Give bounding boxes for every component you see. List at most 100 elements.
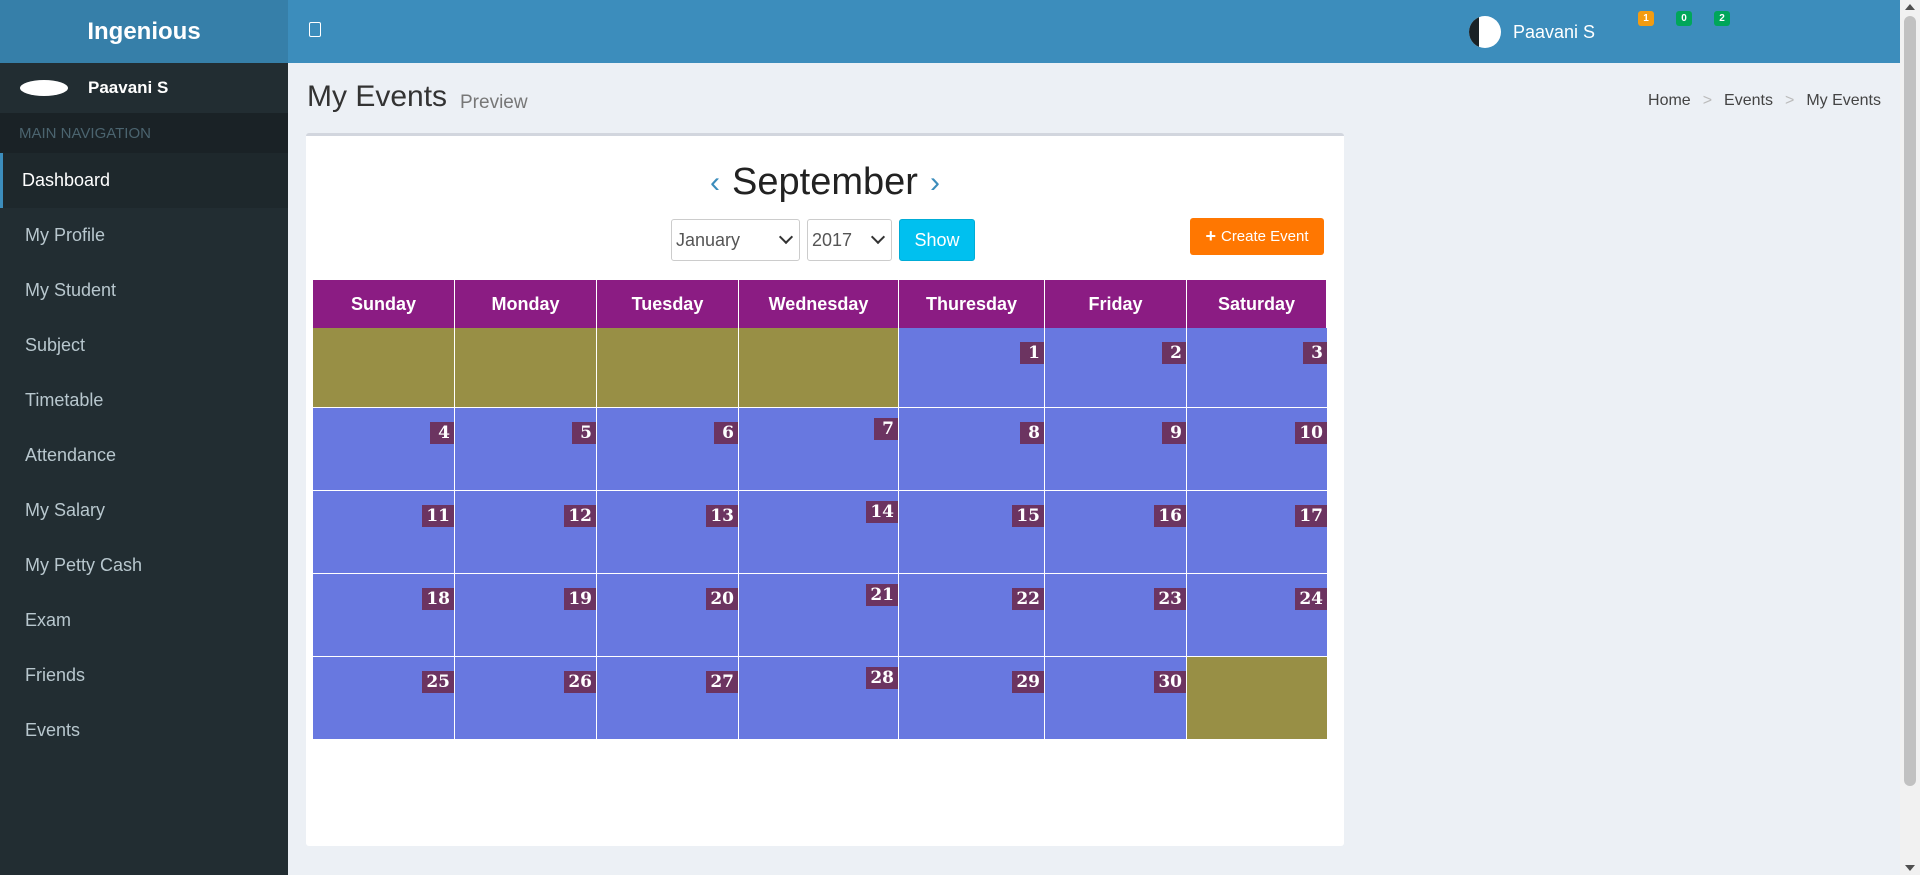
calendar-day-cell[interactable]: 13 [597,491,739,574]
calendar-day-cell[interactable]: 16 [1045,491,1187,574]
sidebar-user-panel: Paavani S [0,63,288,113]
prev-month-icon[interactable]: ‹ [710,167,720,198]
calendar-day-cell[interactable]: 25 [313,657,455,740]
calendar-day-cell[interactable]: 7 [739,408,899,491]
sidebar-item-exam[interactable]: Exam [0,593,288,648]
calendar-day-cell[interactable]: 24 [1187,574,1327,657]
weekday-header: Wednesday [739,280,899,328]
calendar-day-cell[interactable]: 10 [1187,408,1327,491]
create-event-button[interactable]: + Create Event [1190,218,1324,255]
sidebar-item-my-salary[interactable]: My Salary [0,483,288,538]
calendar-day-cell[interactable]: 11 [313,491,455,574]
calendar-week-row: 4 5 6 7 8 9 10 [313,408,1327,491]
year-select-value: 2017 [812,229,853,250]
page-scrollbar[interactable] [1900,0,1920,875]
calendar-day-cell[interactable]: 19 [455,574,597,657]
sidebar-item-timetable[interactable]: Timetable [0,373,288,428]
calendar-day-cell[interactable]: 5 [455,408,597,491]
app-logo[interactable]: Ingenious [0,0,288,63]
day-number: 30 [1154,671,1186,693]
weekday-header: Monday [455,280,597,328]
sidebar-item-attendance[interactable]: Attendance [0,428,288,483]
calendar-empty-cell [455,328,597,408]
day-number: 24 [1295,588,1327,610]
calendar-day-cell[interactable]: 27 [597,657,739,740]
day-number: 13 [706,505,738,527]
calendar-day-cell[interactable]: 8 [899,408,1045,491]
calendar-day-cell[interactable]: 30 [1045,657,1187,740]
day-number: 1 [1020,342,1044,364]
show-button[interactable]: Show [899,219,975,261]
calendar-day-cell[interactable]: 18 [313,574,455,657]
breadcrumb-home[interactable]: Home [1648,92,1691,110]
sidebar-item-my-profile[interactable]: My Profile [0,208,288,263]
month-select-value: January [676,229,741,250]
breadcrumb-events[interactable]: Events [1724,92,1773,110]
calendar-day-cell[interactable]: 2 [1045,328,1187,408]
user-menu[interactable]: Paavani S [1469,16,1595,48]
calendar-day-cell[interactable]: 22 [899,574,1045,657]
calendar-grid: Sunday Monday Tuesday Wednesday Thuresday Fri… [313,280,1327,740]
day-number: 4 [430,422,454,444]
plus-icon: + [1205,226,1216,246]
calendar-day-cell[interactable]: 6 [597,408,739,491]
calendar-day-cell[interactable]: 12 [455,491,597,574]
calendar-day-cell[interactable]: 23 [1045,574,1187,657]
calendar-day-cell[interactable]: 28 [739,657,899,740]
calendar-day-cell[interactable]: 29 [899,657,1045,740]
chevron-down-icon [870,229,886,245]
day-number: 22 [1012,588,1044,610]
day-number: 5 [572,422,596,444]
notifications-badge[interactable]: 0 [1676,11,1692,26]
sidebar-item-my-petty-cash[interactable]: My Petty Cash [0,538,288,593]
calendar-day-cell[interactable]: 14 [739,491,899,574]
calendar-day-cell[interactable]: 21 [739,574,899,657]
day-number: 15 [1012,505,1044,527]
calendar-week-row: 11 12 13 14 15 16 17 [313,491,1327,574]
scroll-thumb[interactable] [1904,16,1916,786]
calendar-empty-cell [597,328,739,408]
calendar-week-row: 18 19 20 21 22 23 24 [313,574,1327,657]
calendar-day-cell[interactable]: 9 [1045,408,1187,491]
year-select[interactable]: 2017 [807,219,892,261]
day-number: 2 [1162,342,1186,364]
day-number: 11 [422,505,454,527]
breadcrumb: Home > Events > My Events [1648,92,1881,110]
day-number: 14 [866,501,898,523]
sidebar-item-my-student[interactable]: My Student [0,263,288,318]
sidebar-item-subject[interactable]: Subject [0,318,288,373]
weekday-header: Saturday [1187,280,1327,328]
tasks-badge[interactable]: 2 [1714,11,1730,26]
user-name: Paavani S [1513,21,1596,42]
calendar-day-cell[interactable]: 20 [597,574,739,657]
chevron-down-icon [778,229,794,245]
scroll-down-icon[interactable] [1905,865,1915,871]
weekday-header: Thuresday [899,280,1045,328]
calendar-day-cell[interactable]: 3 [1187,328,1327,408]
calendar-day-cell[interactable]: 17 [1187,491,1327,574]
scroll-up-icon[interactable] [1905,4,1915,10]
breadcrumb-current: My Events [1806,92,1881,109]
calendar-day-cell[interactable]: 1 [899,328,1045,408]
calendar-day-cell[interactable]: 15 [899,491,1045,574]
calendar-day-cell[interactable]: 4 [313,408,455,491]
day-number: 7 [874,418,898,440]
day-number: 17 [1295,505,1327,527]
calendar-box: ‹ September › January 2017 Show + Create… [306,133,1344,846]
day-number: 25 [422,671,454,693]
day-number: 29 [1012,671,1044,693]
messages-badge[interactable]: 1 [1638,11,1654,26]
sidebar-item-friends[interactable]: Friends [0,648,288,703]
day-number: 20 [706,588,738,610]
next-month-icon[interactable]: › [930,167,940,198]
sidebar-item-events[interactable]: Events [0,703,288,758]
sidebar-item-dashboard[interactable]: Dashboard [0,153,288,208]
month-select[interactable]: January [671,219,800,261]
calendar-week-row: 1 2 3 [313,328,1327,408]
day-number: 6 [714,422,738,444]
breadcrumb-separator: > [1784,92,1795,109]
day-number: 3 [1303,342,1327,364]
sidebar-toggle-icon[interactable] [309,22,321,37]
calendar-day-cell[interactable]: 26 [455,657,597,740]
nav-header: MAIN NAVIGATION [0,113,288,153]
